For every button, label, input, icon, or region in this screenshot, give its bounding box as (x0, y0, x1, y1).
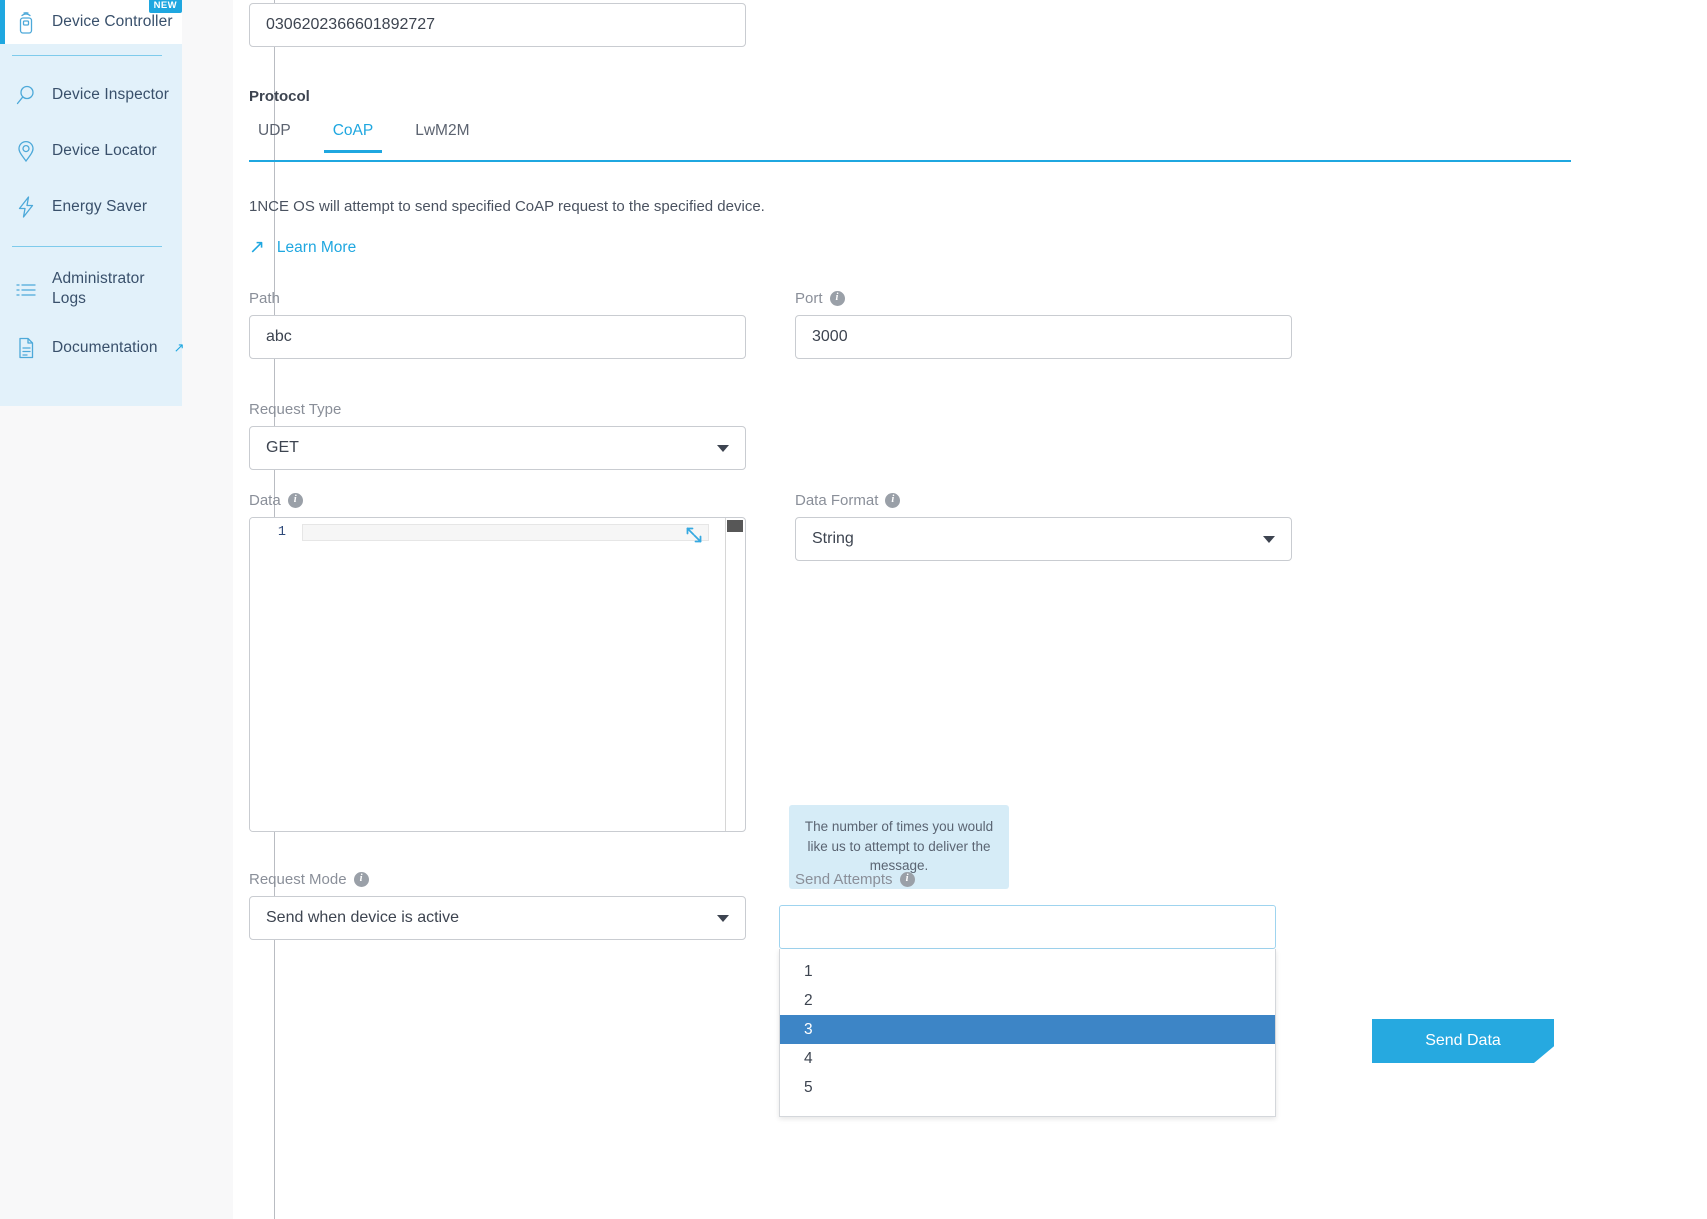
send-attempts-option[interactable]: 4 (780, 1044, 1275, 1073)
send-attempts-option[interactable]: 1 (780, 957, 1275, 986)
protocol-section-title: Protocol (249, 88, 310, 105)
send-attempts-label: Send Attempts i (795, 871, 1292, 888)
request-mode-field: Request Mode i Send when device is activ… (249, 871, 746, 940)
editor-scroll-thumb[interactable] (727, 520, 743, 532)
send-attempts-field: Send Attempts i (795, 871, 1292, 896)
iccid-input[interactable]: 0306202366601892727 (249, 3, 746, 47)
send-attempts-options-list: 1 2 3 4 5 (779, 949, 1276, 1117)
device-remote-icon (12, 8, 40, 36)
data-format-label-text: Data Format (795, 492, 879, 509)
send-attempts-option[interactable]: 5 (780, 1073, 1275, 1102)
tabs-underline (249, 160, 1571, 162)
data-code-editor[interactable]: 1 (249, 517, 746, 832)
map-pin-icon (12, 137, 40, 165)
send-attempts-info-icon[interactable]: i (899, 872, 915, 887)
port-info-icon[interactable]: i (829, 291, 845, 306)
sidebar-item-device-controller[interactable]: Device Controller NEW (0, 0, 182, 44)
learn-more-label: Learn More (276, 238, 357, 256)
sidebar-item-energy-saver[interactable]: Energy Saver (0, 179, 182, 235)
send-attempts-option-selected[interactable]: 3 (780, 1015, 1275, 1044)
request-type-label: Request Type (249, 401, 746, 418)
path-label: Path (249, 290, 746, 307)
request-mode-info-icon[interactable]: i (353, 872, 369, 887)
app-root: Device Controller NEW Device Inspector D… (0, 0, 1707, 1219)
data-field: Data i 1 (249, 492, 746, 832)
sidebar-item-device-locator[interactable]: Device Locator (0, 123, 182, 179)
request-mode-label: Request Mode i (249, 871, 746, 888)
send-attempts-option[interactable]: 2 (780, 986, 1275, 1015)
request-mode-select[interactable]: Send when device is active (249, 896, 746, 940)
tab-udp[interactable]: UDP (249, 122, 300, 153)
data-format-label: Data Format i (795, 492, 1292, 509)
data-format-select[interactable]: String (795, 517, 1292, 561)
sidebar-item-label: Energy Saver (52, 197, 148, 215)
sidebar-item-device-inspector[interactable]: Device Inspector (0, 67, 182, 123)
new-badge: NEW (148, 0, 182, 13)
path-input[interactable]: abc (249, 315, 746, 359)
sidebar-item-label: Administrator Logs (52, 270, 145, 307)
data-label-text: Data (249, 492, 281, 509)
document-icon (12, 334, 40, 362)
data-format-value: String (812, 530, 854, 547)
request-type-label-text: Request Type (249, 401, 342, 418)
expand-editor-icon[interactable] (683, 524, 705, 546)
editor-active-line[interactable] (302, 524, 709, 541)
port-label: Port i (795, 290, 1292, 307)
data-label: Data i (249, 492, 746, 509)
sidebar-item-label: Device Controller (52, 12, 173, 30)
send-attempts-input[interactable] (779, 905, 1276, 949)
request-mode-value: Send when device is active (266, 909, 459, 926)
row-path-port: Path abc Port i 3000 (249, 290, 1571, 380)
sidebar-item-label: Device Locator (52, 141, 157, 159)
data-format-field: Data Format i String (795, 492, 1292, 561)
learn-more-link[interactable]: ↗ Learn More (249, 238, 356, 257)
port-field: Port i 3000 (795, 290, 1292, 359)
send-data-button[interactable]: Send Data (1372, 1019, 1554, 1063)
request-type-value: GET (266, 439, 299, 456)
chevron-down-icon (1263, 535, 1275, 543)
main-content: 0306202366601892727 Protocol UDP CoAP Lw… (233, 0, 1707, 1219)
magnifier-icon (12, 81, 40, 109)
list-lines-icon (12, 275, 40, 303)
data-format-info-icon[interactable]: i (885, 493, 901, 508)
sidebar-item-label: Documentation (52, 338, 158, 356)
row-request-type: Request Type GET (249, 401, 1571, 491)
chevron-down-icon (717, 914, 729, 922)
sidebar-item-label: Device Inspector (52, 85, 170, 103)
request-mode-label-text: Request Mode (249, 871, 347, 888)
path-label-text: Path (249, 290, 280, 307)
sidebar-item-administrator-logs[interactable]: Administrator Logs (0, 258, 182, 320)
port-label-text: Port (795, 290, 823, 307)
tab-lwm2m[interactable]: LwM2M (406, 122, 478, 153)
request-type-field: Request Type GET (249, 401, 746, 470)
sidebar: Device Controller NEW Device Inspector D… (0, 0, 185, 406)
tab-coap[interactable]: CoAP (323, 122, 383, 153)
editor-gutter: 1 (250, 518, 294, 831)
editor-line-number: 1 (277, 525, 286, 540)
send-attempts-label-text: Send Attempts (795, 871, 893, 888)
chevron-down-icon (717, 444, 729, 452)
request-type-select[interactable]: GET (249, 426, 746, 470)
sidebar-item-documentation[interactable]: Documentation ↗ (0, 320, 185, 376)
external-arrow-icon: ↗ (249, 237, 265, 258)
sidebar-divider-1 (12, 55, 162, 56)
editor-scroll-track[interactable] (725, 518, 726, 831)
protocol-description: 1NCE OS will attempt to send specified C… (249, 198, 765, 215)
sidebar-divider-2 (12, 246, 162, 247)
iccid-field-wrapper: 0306202366601892727 (249, 3, 746, 47)
lightning-bolt-icon (12, 193, 40, 221)
data-info-icon[interactable]: i (287, 493, 303, 508)
path-field: Path abc (249, 290, 746, 359)
protocol-tabs: UDP CoAP LwM2M (249, 122, 1571, 162)
external-link-icon: ↗ (173, 340, 185, 355)
port-input[interactable]: 3000 (795, 315, 1292, 359)
